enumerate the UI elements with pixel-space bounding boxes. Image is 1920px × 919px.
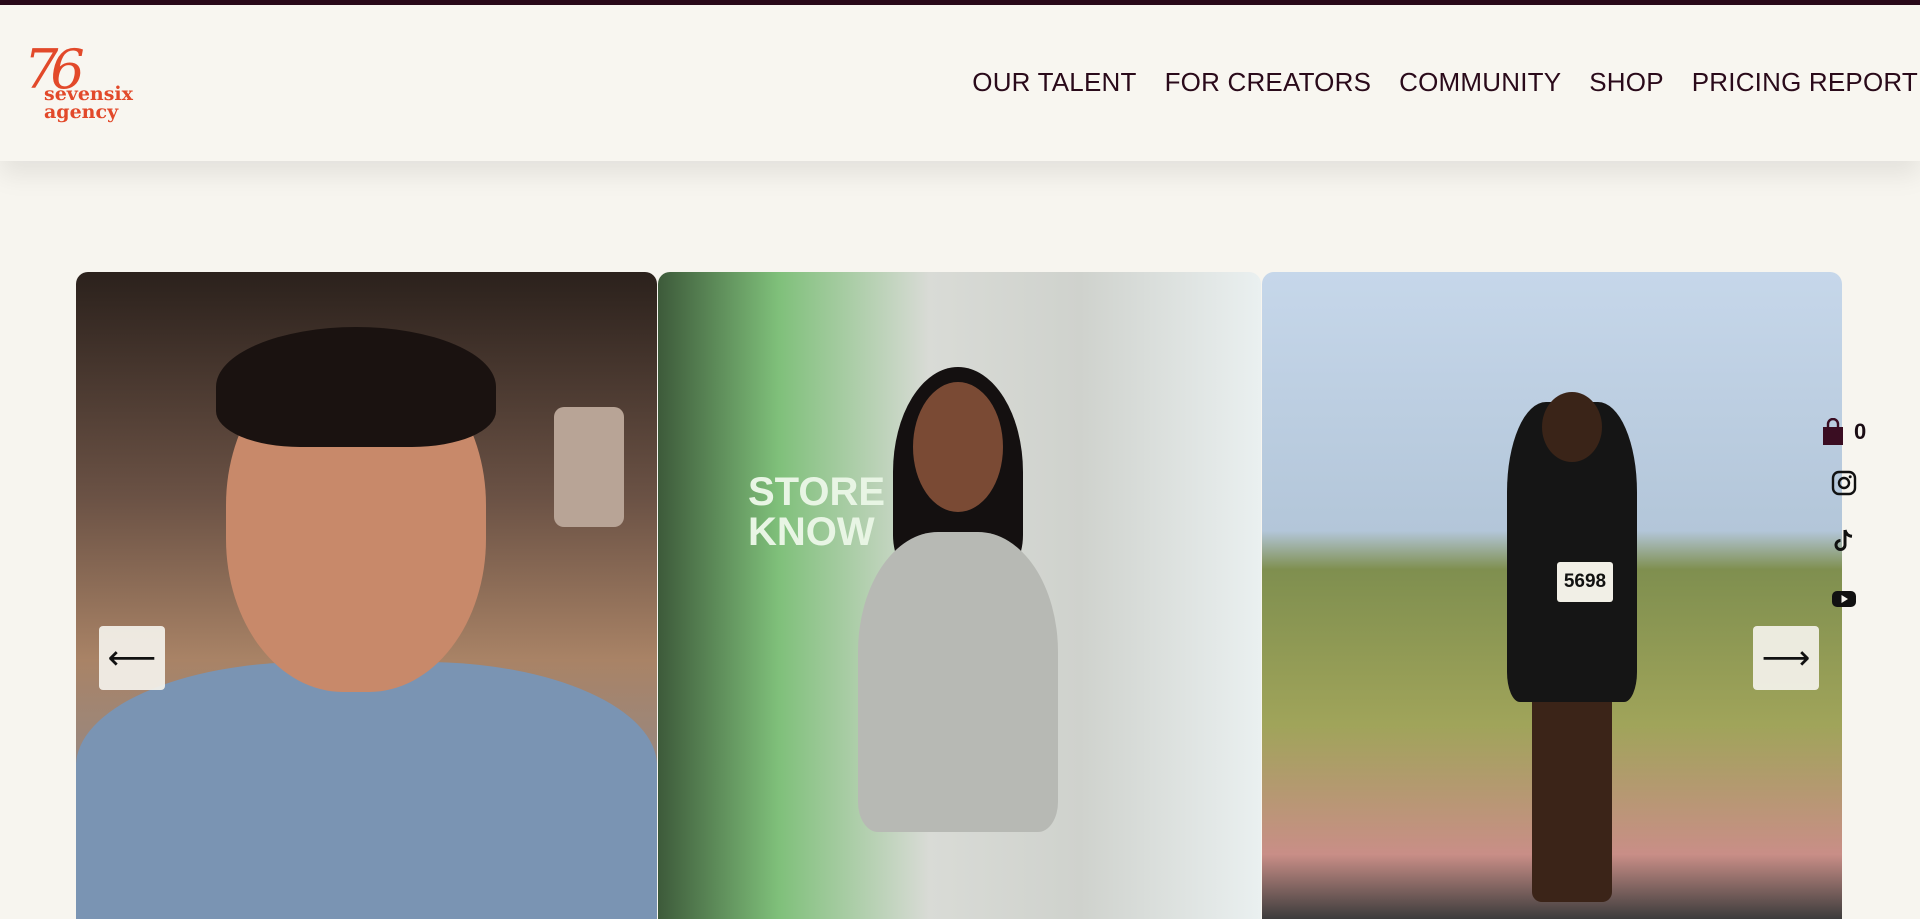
nav-shop[interactable]: SHOP	[1589, 67, 1663, 98]
cart-count: 0	[1854, 419, 1867, 444]
sevensix-logo[interactable]: 76 sevensix agency	[24, 43, 154, 129]
nav-for-creators[interactable]: FOR CREATORS	[1165, 67, 1372, 98]
site-header: 76 sevensix agency OUR TALENT FOR CREATO…	[0, 5, 1920, 161]
carousel-next-button[interactable]: ⟶	[1753, 626, 1819, 690]
talent-carousel: STORE KNOW 5698 ⟵ ⟶	[76, 272, 1842, 919]
store-sign-text: STORE KNOW	[748, 470, 886, 554]
race-bib: 5698	[1557, 562, 1613, 602]
carousel-slide-creator[interactable]: STORE KNOW	[658, 272, 1261, 919]
carousel-slide-runner[interactable]: 5698	[1262, 272, 1842, 919]
slide-figure-sweatshirt	[858, 532, 1058, 832]
slide-figure-face	[913, 382, 1003, 512]
slide-figure-hair	[216, 327, 496, 447]
nav-pricing-report[interactable]: PRICING REPORT	[1692, 67, 1918, 98]
carousel-prev-button[interactable]: ⟵	[99, 626, 165, 690]
floating-sidebar: 0	[1822, 414, 1882, 624]
slide-figure-legs	[1532, 692, 1612, 902]
logo-wordmark: sevensix agency	[44, 85, 133, 123]
slide-phone	[554, 407, 624, 527]
arrow-left-icon: ⟵	[107, 638, 157, 678]
slide-figure-jacket	[76, 662, 657, 919]
instagram-link[interactable]	[1826, 458, 1862, 508]
arrow-right-icon: ⟶	[1761, 638, 1811, 678]
nav-our-talent[interactable]: OUR TALENT	[972, 67, 1136, 98]
cart-button[interactable]: 0	[1822, 414, 1882, 450]
logo-line-2: agency	[44, 101, 119, 123]
youtube-icon	[1832, 591, 1856, 607]
tiktok-link[interactable]	[1826, 516, 1862, 566]
shopping-bag-icon	[1823, 418, 1843, 445]
main-nav: OUR TALENT FOR CREATORS COMMUNITY SHOP P…	[972, 67, 1918, 98]
carousel-slide-makeup[interactable]	[76, 272, 657, 919]
instagram-icon	[1831, 470, 1857, 496]
nav-community[interactable]: COMMUNITY	[1399, 67, 1561, 98]
slide-figure-head	[1542, 392, 1602, 462]
tiktok-icon	[1834, 529, 1853, 551]
youtube-link[interactable]	[1826, 574, 1862, 624]
